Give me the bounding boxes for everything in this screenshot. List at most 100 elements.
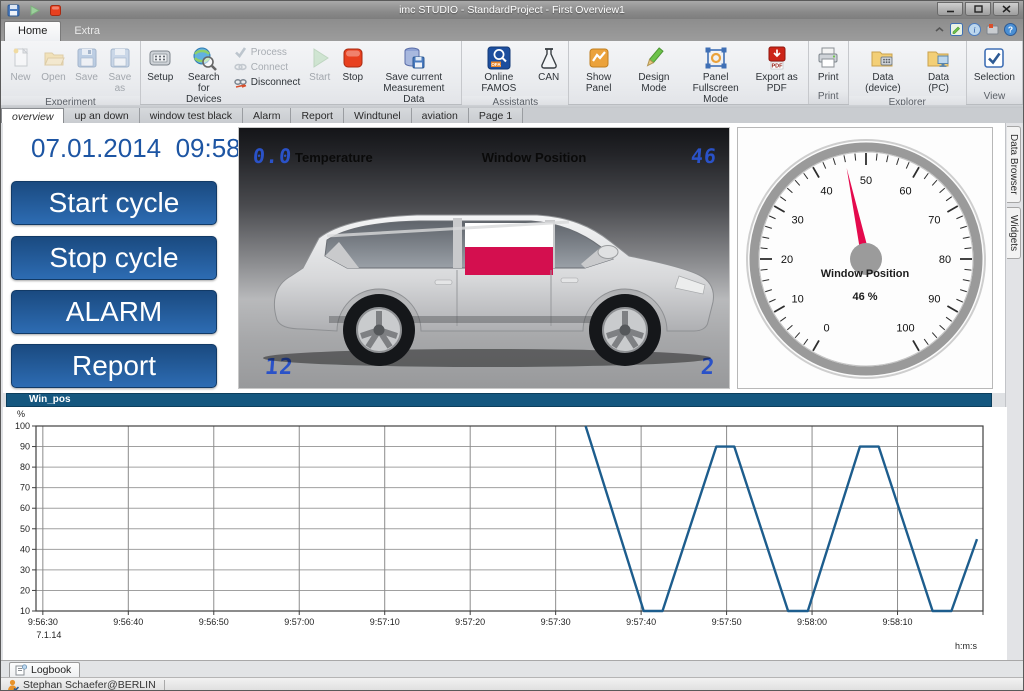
online-famos-button[interactable]: OFA Online FAMOS bbox=[465, 42, 532, 96]
ribbon-group-explorer: Data (device) Data (PC) Explorer bbox=[849, 41, 967, 104]
tab-aviation[interactable]: aviation bbox=[412, 108, 469, 123]
logbook-tab[interactable]: Logbook bbox=[9, 662, 80, 677]
save-measurement-data-button[interactable]: Save current Measurement Data bbox=[369, 42, 458, 107]
user-icon bbox=[7, 679, 19, 691]
connect-stack: Process Connect Disconnect bbox=[231, 42, 303, 92]
stop-icon[interactable] bbox=[48, 4, 63, 17]
svg-text:40: 40 bbox=[20, 544, 30, 554]
show-panel-button[interactable]: Show Panel bbox=[572, 42, 625, 96]
svg-text:50: 50 bbox=[20, 524, 30, 534]
svg-text:30: 30 bbox=[20, 565, 30, 575]
ribbon-group-assistants: OFA Online FAMOS CAN Assistants bbox=[462, 41, 569, 104]
edit-icon[interactable] bbox=[950, 23, 963, 36]
car-image bbox=[239, 128, 730, 389]
ribbon-group-view: Selection View bbox=[967, 41, 1023, 104]
logbook-bar: Logbook bbox=[1, 660, 1023, 677]
window-position-gauge: 0102030405060708090100 Window Position 4… bbox=[737, 127, 993, 389]
close-button[interactable] bbox=[993, 2, 1019, 16]
minimize-button[interactable] bbox=[937, 2, 963, 16]
svg-text:9:57:40: 9:57:40 bbox=[626, 617, 656, 627]
print-icon bbox=[816, 44, 840, 72]
setup-button[interactable]: Setup bbox=[144, 42, 177, 85]
group-label-view: View bbox=[967, 90, 1022, 104]
svg-text:9:56:50: 9:56:50 bbox=[199, 617, 229, 627]
help-icon[interactable]: ? bbox=[1004, 23, 1017, 36]
svg-text:60: 60 bbox=[899, 186, 911, 198]
svg-text:70: 70 bbox=[928, 215, 940, 227]
data-device-icon bbox=[870, 44, 896, 72]
can-flask-icon bbox=[537, 44, 561, 72]
save-icon[interactable] bbox=[6, 4, 21, 17]
svg-text:70: 70 bbox=[20, 483, 30, 493]
selection-icon bbox=[982, 44, 1006, 72]
start-cycle-button[interactable]: Start cycle bbox=[11, 181, 217, 225]
svg-text:9:57:10: 9:57:10 bbox=[370, 617, 400, 627]
rear-wheel bbox=[343, 294, 415, 366]
save-as-button[interactable]: Save as bbox=[103, 42, 137, 96]
alarm-button[interactable]: ALARM bbox=[11, 290, 217, 334]
window-controls bbox=[937, 2, 1019, 16]
search-for-devices-button[interactable]: Search for Devices bbox=[177, 42, 231, 107]
ribbon-group-device-control: Setup Search for Devices Process Connect… bbox=[141, 41, 463, 104]
start-play-icon bbox=[308, 44, 332, 72]
ribbon-tab-home[interactable]: Home bbox=[4, 21, 61, 41]
export-pdf-button[interactable]: PDF Export as PDF bbox=[749, 42, 805, 96]
report-button[interactable]: Report bbox=[11, 344, 217, 388]
tab-page-1[interactable]: Page 1 bbox=[469, 108, 523, 123]
data-device-button[interactable]: Data (device) bbox=[852, 42, 914, 96]
datetime-display: 07.01.2014 09:58 bbox=[31, 133, 241, 164]
can-button[interactable]: CAN bbox=[532, 42, 565, 85]
front-wheel bbox=[589, 294, 661, 366]
connect-button[interactable]: Connect bbox=[234, 61, 300, 73]
data-pc-button[interactable]: Data (PC) bbox=[914, 42, 963, 96]
svg-text:h:m:s: h:m:s bbox=[955, 641, 978, 651]
svg-text:30: 30 bbox=[791, 215, 803, 227]
save-as-icon bbox=[109, 44, 131, 72]
info-icon[interactable]: i bbox=[968, 23, 981, 36]
tab-up-an-down[interactable]: up an down bbox=[64, 108, 139, 123]
imc-icon[interactable] bbox=[986, 23, 999, 36]
design-mode-button[interactable]: Design Mode bbox=[625, 42, 683, 96]
disconnect-icon bbox=[234, 76, 247, 88]
svg-text:60: 60 bbox=[20, 503, 30, 513]
tab-report[interactable]: Report bbox=[291, 108, 344, 123]
ribbon-tab-extra[interactable]: Extra bbox=[61, 22, 113, 41]
svg-text:i: i bbox=[973, 26, 975, 35]
online-famos-icon: OFA bbox=[486, 44, 512, 72]
page-tab-bar: overview up an down window test black Al… bbox=[1, 108, 1023, 123]
start-icon[interactable] bbox=[27, 4, 42, 17]
svg-text:?: ? bbox=[1008, 25, 1013, 35]
stop-button[interactable]: Stop bbox=[336, 42, 369, 85]
print-button[interactable]: Print bbox=[812, 42, 845, 85]
collapse-ribbon-icon[interactable] bbox=[934, 24, 945, 35]
maximize-button[interactable] bbox=[965, 2, 991, 16]
stop-cycle-button[interactable]: Stop cycle bbox=[11, 236, 217, 280]
svg-text:OFA: OFA bbox=[491, 62, 501, 67]
save-measurement-data-icon bbox=[401, 44, 427, 72]
selection-button[interactable]: Selection bbox=[970, 42, 1019, 85]
chart-canvas: %1020304050607080901009:56:309:56:409:56… bbox=[3, 407, 1007, 660]
process-icon bbox=[234, 46, 247, 58]
open-button[interactable]: Open bbox=[37, 42, 70, 85]
tab-windtunel[interactable]: Windtunel bbox=[344, 108, 412, 123]
disconnect-button[interactable]: Disconnect bbox=[234, 76, 300, 88]
panel-fullscreen-button[interactable]: Panel Fullscreen Mode bbox=[683, 42, 749, 107]
status-bar: Stephan Schaefer@BERLIN bbox=[1, 677, 1023, 691]
tab-overview[interactable]: overview bbox=[1, 108, 64, 123]
tab-alarm[interactable]: Alarm bbox=[243, 108, 291, 123]
tab-data-browser[interactable]: Data Browser bbox=[1007, 126, 1021, 203]
data-pc-icon bbox=[926, 44, 952, 72]
ribbon: New Open Save Save as Experiment Setup bbox=[1, 41, 1023, 105]
tab-widgets[interactable]: Widgets bbox=[1007, 207, 1021, 259]
docking-tab-column: Data Browser Widgets bbox=[1005, 123, 1022, 660]
panel-fullscreen-icon bbox=[703, 44, 729, 72]
process-button[interactable]: Process bbox=[234, 46, 300, 58]
start-button[interactable]: Start bbox=[303, 42, 336, 85]
svg-text:9:58:10: 9:58:10 bbox=[883, 617, 913, 627]
imc-studio-window: imc STUDIO - StandardProject - First Ove… bbox=[0, 0, 1024, 691]
quick-access-toolbar bbox=[1, 4, 63, 17]
save-button[interactable]: Save bbox=[70, 42, 103, 85]
connect-icon bbox=[234, 61, 247, 73]
tab-window-test-black[interactable]: window test black bbox=[140, 108, 243, 123]
new-button[interactable]: New bbox=[4, 42, 37, 85]
